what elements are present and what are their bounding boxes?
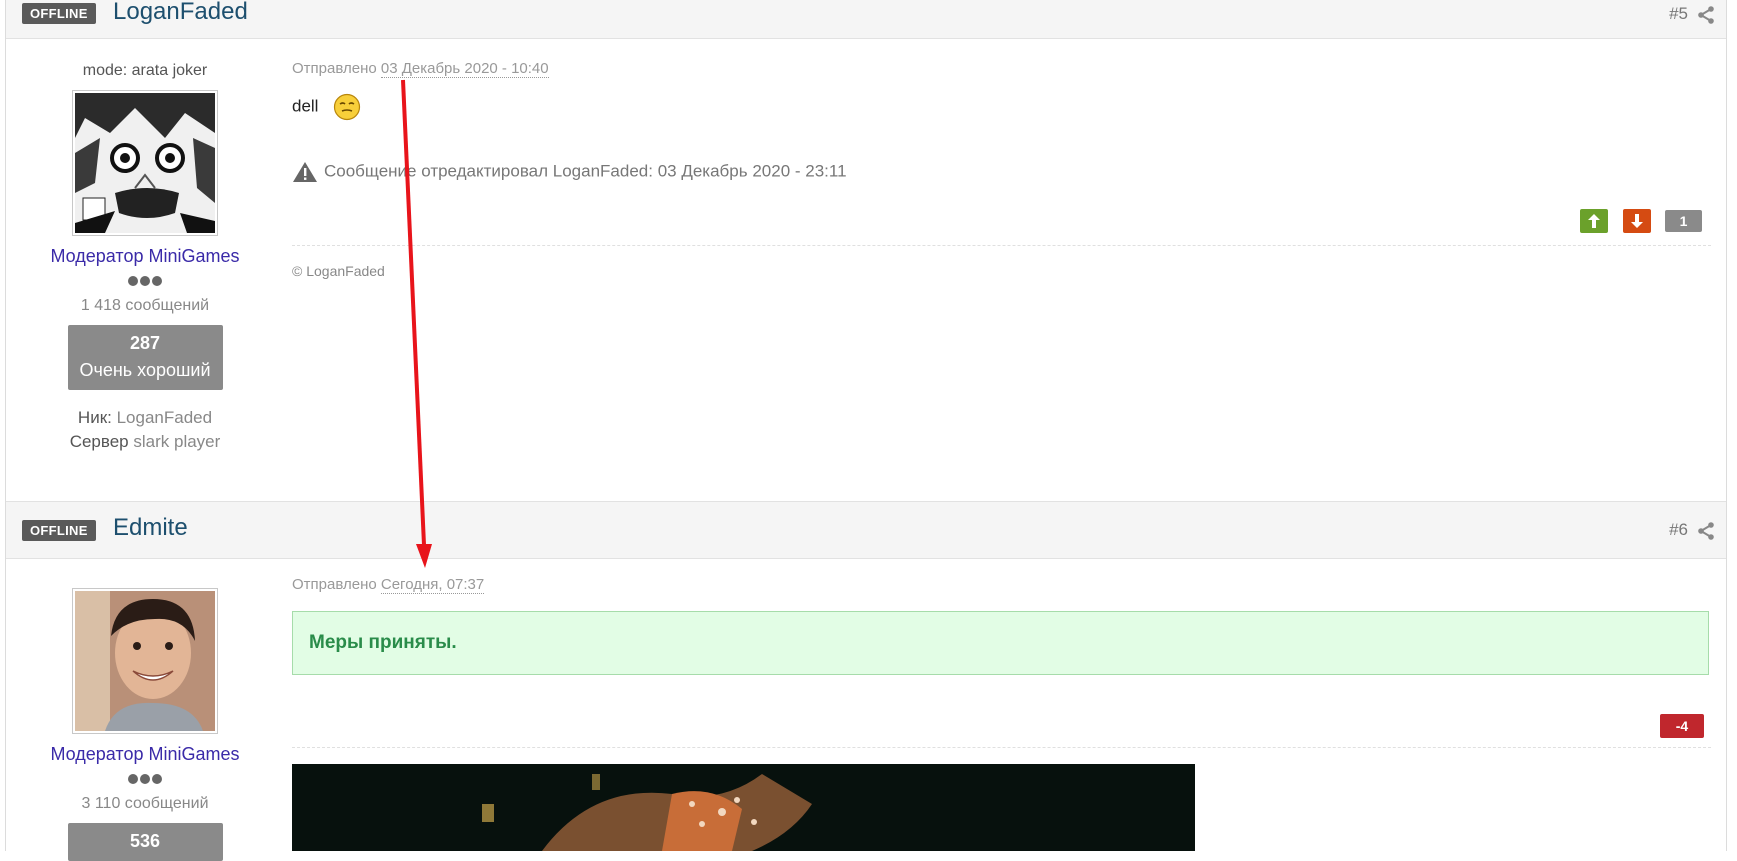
warning-icon [293,162,317,182]
signature: © LoganFaded [292,263,385,279]
offline-badge: OFFLINE [22,3,96,24]
server-field: Сервер slark player [6,432,284,452]
posted-date[interactable]: Сегодня, 07:37 [380,576,485,594]
success-message-box: Меры приняты. [292,611,1709,675]
edited-text: Сообщение отредактировал LoganFaded: 03 … [324,161,847,181]
post-content: Отправлено Сегодня, 07:37 [292,576,1711,594]
share-icon[interactable] [1696,5,1716,25]
server-value: slark player [133,432,221,451]
author-sidebar: mode: arata joker Модератор MiniGames 1 … [6,62,284,452]
server-label: Сервер [69,432,129,451]
post-header: OFFLINE Edmite #6 [6,501,1726,559]
avatar[interactable] [72,90,218,236]
user-title: mode: arata joker [82,62,208,79]
edited-note: Сообщение отредактировал LoganFaded: 03 … [292,161,1711,183]
post-count: 1 418 сообщений [80,297,210,314]
animated-image[interactable] [292,764,1195,851]
avatar[interactable] [72,588,218,734]
reputation-box: 287 Очень хороший [67,325,223,390]
vote-up-button[interactable] [1580,209,1608,233]
reputation-value: 287 [129,333,161,353]
success-message: Меры приняты. [309,632,457,653]
posted-date[interactable]: 03 Декабрь 2020 - 10:40 [380,60,549,78]
post-count: 3 110 сообщений [81,795,209,812]
arrow-up-icon [1588,214,1600,228]
rank-pips [6,273,284,287]
reputation-count: 1 [1665,210,1702,232]
nick-label: Ник: [77,408,112,427]
author-sidebar: Модератор MiniGames 3 110 сообщений 536 [6,588,284,861]
post-number-link[interactable]: #6 [1669,520,1688,540]
posted-label: Отправлено [292,60,377,77]
reputation-value: 536 [129,831,161,851]
vote-down-button[interactable] [1623,209,1651,233]
author-link[interactable]: Edmite [113,514,188,542]
post-text: dell [292,96,319,116]
offline-badge: OFFLINE [22,520,96,541]
author-link[interactable]: LoganFaded [113,0,248,26]
post-header: OFFLINE LoganFaded #5 [6,0,1726,39]
posted-meta: Отправлено Сегодня, 07:37 [292,576,1711,594]
reputation-count: -4 [1660,714,1704,738]
arrow-down-icon [1631,214,1643,228]
reputation-box: 536 [67,823,223,861]
gif-preview [292,764,1195,851]
posted-label: Отправлено [292,576,377,593]
posted-meta: Отправлено 03 Декабрь 2020 - 10:40 [292,60,1711,78]
rank-pips [6,771,284,785]
share-icon[interactable] [1696,521,1716,541]
user-group: Модератор MiniGames [50,246,240,266]
smiley-icon [334,93,361,121]
nick-value: LoganFaded [116,408,213,427]
reputation-label: Очень хороший [79,360,211,380]
post-content: Отправлено 03 Декабрь 2020 - 10:40 dell … [292,60,1711,183]
post-divider [292,747,1711,748]
post-body: dell [292,93,1711,121]
signature-divider [292,245,1711,246]
nick-field: Ник: LoganFaded [6,408,284,428]
user-group: Модератор MiniGames [50,744,240,764]
post-number-link[interactable]: #5 [1669,4,1688,24]
